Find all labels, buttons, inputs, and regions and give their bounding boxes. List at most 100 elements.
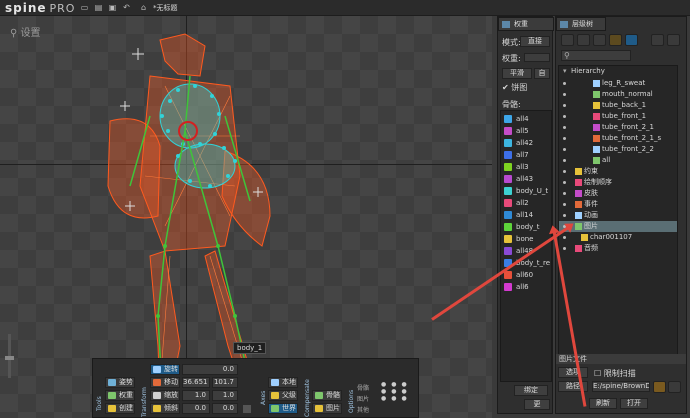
- scale-y-value[interactable]: 1.0: [212, 390, 238, 401]
- tab-weights[interactable]: 权重: [498, 17, 554, 31]
- weight-input[interactable]: [524, 53, 550, 62]
- tree-item[interactable]: mouth_normal: [559, 89, 677, 100]
- bone-list-item[interactable]: all6: [501, 282, 551, 293]
- lock-scale-icon[interactable]: [243, 405, 251, 413]
- bone-list-item[interactable]: all7: [501, 150, 551, 161]
- bone-list-item[interactable]: all42: [501, 138, 551, 149]
- tree-item[interactable]: char001107: [559, 232, 677, 243]
- filter-mesh-icon[interactable]: [625, 34, 638, 46]
- filter-bones-icon[interactable]: [561, 34, 574, 46]
- bone-list-item[interactable]: all2: [501, 198, 551, 209]
- rotate-value[interactable]: 0.0: [182, 364, 238, 375]
- open-button[interactable]: 打开: [620, 398, 648, 409]
- filter-slots-icon[interactable]: [577, 34, 590, 46]
- tree-item[interactable]: 皮肤: [559, 188, 677, 199]
- smooth-button[interactable]: 平滑: [502, 68, 532, 79]
- visibility-dot-icon[interactable]: [563, 148, 566, 151]
- mode-direct-button[interactable]: 直接: [520, 36, 550, 47]
- tree-item[interactable]: 动画: [559, 210, 677, 221]
- open-folder-icon[interactable]: ▤: [94, 3, 103, 12]
- visibility-dot-icon[interactable]: [563, 181, 566, 184]
- path-input[interactable]: E:/spine/BrownDus: [592, 381, 650, 392]
- translate-x-value[interactable]: 36.651: [182, 377, 210, 388]
- tree-item[interactable]: tube_front_2_1_s: [559, 133, 677, 144]
- compensate-images-button[interactable]: 图片: [312, 403, 342, 414]
- visibility-dot-icon[interactable]: [563, 247, 566, 250]
- bone-list-item[interactable]: all4: [501, 114, 551, 125]
- shear-x-value[interactable]: 0.0: [182, 403, 210, 414]
- tree-item[interactable]: tube_front_2_1: [559, 122, 677, 133]
- compensate-bones-button[interactable]: 骨骼: [312, 390, 342, 401]
- tree-item[interactable]: 约束: [559, 166, 677, 177]
- hierarchy-tree[interactable]: ▾ Hierarchy leg_R_sweat mouth_normal tube_b…: [558, 65, 678, 361]
- visibility-dot-icon[interactable]: [563, 170, 566, 173]
- tree-item[interactable]: tube_back_1: [559, 100, 677, 111]
- save-icon[interactable]: ▣: [108, 3, 117, 12]
- options-toggle-icons[interactable]: ●●● ●●● ●●●: [381, 381, 417, 402]
- auto-button[interactable]: 自: [534, 68, 550, 79]
- scale-x-value[interactable]: 1.0: [182, 390, 210, 401]
- visibility-dot-icon[interactable]: [563, 104, 566, 107]
- visibility-dot-icon[interactable]: [563, 82, 566, 85]
- refresh-button[interactable]: 刷新: [589, 398, 617, 409]
- pose-tool-button[interactable]: 姿势: [105, 377, 135, 388]
- overlay-checkbox[interactable]: ✔ 饼图: [502, 82, 527, 93]
- search-input[interactable]: ⚲: [561, 50, 631, 61]
- translate-tool-button[interactable]: 移动: [150, 377, 180, 388]
- update-button[interactable]: 更: [524, 399, 550, 410]
- axis-parent-button[interactable]: 父级: [268, 390, 298, 401]
- visibility-dot-icon[interactable]: [563, 236, 566, 239]
- limit-scan-checkbox[interactable]: ☐ 限制扫描: [594, 368, 636, 379]
- zoom-slider-handle[interactable]: [5, 356, 14, 360]
- bone-list-item[interactable]: all60: [501, 270, 551, 281]
- shear-tool-button[interactable]: 倾斜: [150, 403, 180, 414]
- bind-button[interactable]: 绑定: [514, 385, 548, 396]
- tree-item[interactable]: 图片: [559, 221, 677, 232]
- weights-tool-button[interactable]: 权重: [105, 390, 135, 401]
- create-tool-button[interactable]: 创建: [105, 403, 135, 414]
- spine-logo[interactable]: spine PRO: [5, 1, 75, 15]
- import-icon[interactable]: ⌂: [139, 3, 148, 12]
- visibility-dot-icon[interactable]: [563, 214, 566, 217]
- undo-icon[interactable]: ↶: [122, 3, 131, 12]
- visibility-dot-icon[interactable]: [563, 203, 566, 206]
- translate-y-value[interactable]: 101.7: [212, 377, 238, 388]
- axis-world-button[interactable]: 世界: [268, 403, 298, 414]
- axis-local-button[interactable]: 本地: [268, 377, 298, 388]
- tree-item[interactable]: 事件: [559, 199, 677, 210]
- bone-list-item[interactable]: all43: [501, 174, 551, 185]
- tree-item[interactable]: leg_R_sweat: [559, 78, 677, 89]
- bone-list-item[interactable]: all3: [501, 162, 551, 173]
- tree-item[interactable]: 绘制顺序: [559, 177, 677, 188]
- visibility-dot-icon[interactable]: [563, 192, 566, 195]
- bone-list-item[interactable]: all5: [501, 126, 551, 137]
- tree-item[interactable]: tube_front_2_2: [559, 144, 677, 155]
- filter-constraints-icon[interactable]: [609, 34, 622, 46]
- favorite-icon[interactable]: [653, 381, 666, 393]
- browse-folder-icon[interactable]: [668, 381, 681, 393]
- scale-tool-button[interactable]: 缩放: [150, 390, 180, 401]
- tab-hierarchy[interactable]: 层级树: [556, 17, 606, 31]
- tree-item[interactable]: tube_front_1: [559, 111, 677, 122]
- shear-y-value[interactable]: 0.0: [212, 403, 238, 414]
- bone-list-item[interactable]: all14: [501, 210, 551, 221]
- bone-list-item[interactable]: body_U_t: [501, 186, 551, 197]
- new-icon[interactable]: ▭: [80, 3, 89, 12]
- bone-list-item[interactable]: body_t: [501, 222, 551, 233]
- bones-list[interactable]: all4 all5 all42 all7 all3 all43 body_U_t all2 al…: [500, 110, 552, 382]
- visibility-dot-icon[interactable]: [563, 93, 566, 96]
- visibility-dot-icon[interactable]: [563, 126, 566, 129]
- bone-icon: [315, 392, 323, 399]
- tree-root[interactable]: ▾ Hierarchy: [559, 66, 677, 77]
- options-button[interactable]: 选项: [558, 367, 588, 378]
- filter-images-icon[interactable]: [593, 34, 606, 46]
- editor-viewport[interactable]: ⚲ 设置 body_1 Tools 姿势 权重 创建 Transform 旋转 …: [0, 16, 492, 418]
- tree-item[interactable]: all: [559, 155, 677, 166]
- delete-item-icon[interactable]: [667, 34, 680, 46]
- tree-item[interactable]: 音频: [559, 243, 677, 254]
- visibility-dot-icon[interactable]: [563, 159, 566, 162]
- visibility-dot-icon[interactable]: [563, 137, 566, 140]
- new-item-icon[interactable]: [651, 34, 664, 46]
- visibility-dot-icon[interactable]: [563, 115, 566, 118]
- rotate-tool-button[interactable]: 旋转: [150, 364, 180, 375]
